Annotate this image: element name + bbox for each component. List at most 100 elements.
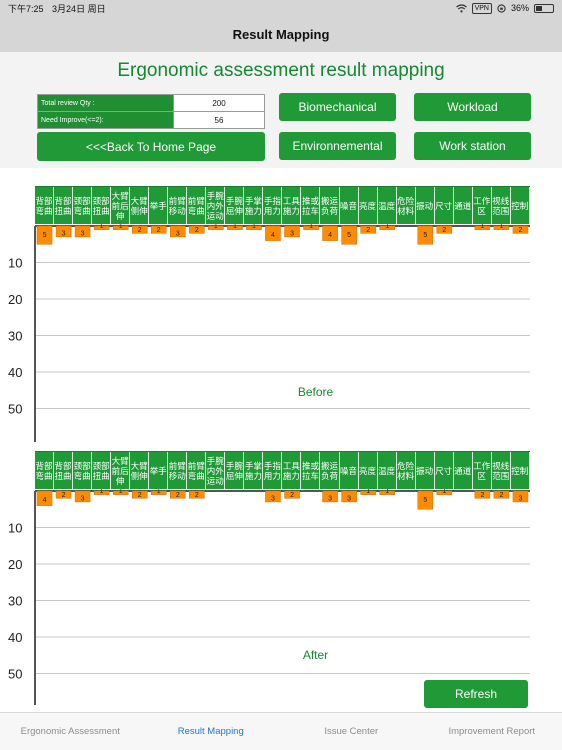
- bar-value-label: 5: [43, 232, 47, 239]
- bar-value-label: 1: [100, 489, 104, 495]
- tab-issue-center[interactable]: Issue Center: [281, 713, 422, 750]
- y-tick-label: 20: [8, 292, 22, 307]
- column-header-cell: 搬运负荷: [320, 187, 340, 224]
- column-header-cell: 视线范围: [491, 187, 511, 224]
- column-header-cell: 手腕屈伸: [225, 452, 245, 489]
- column-header-cell: 手掌施力: [244, 452, 264, 489]
- column-header-cell: 振动: [415, 452, 435, 489]
- page-title: Ergonomic assessment result mapping: [117, 60, 445, 81]
- lock-rotation-icon: [497, 3, 506, 13]
- column-header-cell: 噪音: [339, 452, 359, 489]
- bar-value-label: 2: [290, 492, 294, 499]
- bar-value-label: 1: [252, 224, 256, 230]
- total-review-label: Total review Qty :: [37, 94, 174, 112]
- bar-value-label: 2: [157, 227, 161, 234]
- column-header-cell: 温度: [377, 452, 397, 489]
- bar-value-label: 3: [347, 495, 351, 502]
- summary-row-total: Total review Qty : 200: [37, 94, 265, 112]
- bar-value-label: 1: [480, 224, 484, 230]
- column-header-cell: 前臂弯曲: [187, 187, 207, 224]
- y-tick-label: 30: [8, 329, 22, 344]
- column-header-cell: 前臂弯曲: [187, 452, 207, 489]
- header-area: Ergonomic assessment result mapping Tota…: [0, 52, 562, 168]
- column-header-cell: 颈部扭曲: [92, 452, 112, 489]
- column-header-cell: 工作区: [472, 187, 492, 224]
- status-date: 3月24日 周日: [52, 3, 106, 14]
- column-header-cell: 工作区: [472, 452, 492, 489]
- column-header-cell: 温度: [377, 187, 397, 224]
- bar-value-label: 2: [176, 492, 180, 499]
- column-header-cell: 噪音: [339, 187, 359, 224]
- bar-value-label: 1: [385, 224, 389, 230]
- column-header-cell: 危险材料: [396, 452, 416, 489]
- status-bar: 下午7:25 3月24日 周日 VPN 36%: [0, 0, 562, 16]
- bar-value-label: 1: [366, 489, 370, 495]
- bar-value-label: 3: [328, 495, 332, 502]
- column-header-cell: 背部弯曲: [35, 187, 55, 224]
- column-header-cell: 手掌施力: [244, 187, 264, 224]
- wifi-icon: [455, 3, 467, 12]
- status-time: 下午7:25: [8, 3, 44, 14]
- column-header-cell: 手指用力: [263, 187, 283, 224]
- y-tick-label: 40: [8, 630, 22, 645]
- column-header-cell: 推或拉车: [301, 187, 321, 224]
- column-header-cell: 工具施力: [282, 452, 302, 489]
- column-header-cell: 亮度: [358, 187, 378, 224]
- column-header-cell: 手指用力: [263, 452, 283, 489]
- total-review-value: 200: [173, 94, 265, 112]
- bar-value-label: 1: [309, 224, 313, 230]
- column-header-cell: 举手: [149, 187, 169, 224]
- y-tick-label: 40: [8, 365, 22, 380]
- biomechanical-button[interactable]: Biomechanical: [279, 93, 396, 121]
- bar-value-label: 3: [290, 230, 294, 237]
- column-header-cell: 大臂前后伸: [111, 187, 131, 224]
- bar-value-label: 2: [442, 227, 446, 234]
- y-tick-label: 10: [8, 521, 22, 536]
- need-improve-label: Need Improve(<=2):: [37, 111, 174, 129]
- bar-value-label: 4: [43, 497, 47, 504]
- bar-value-label: 2: [366, 227, 370, 234]
- column-header-cell: 大臂侧伸: [130, 187, 150, 224]
- bar-value-label: 3: [271, 495, 275, 502]
- nav-bar: Result Mapping: [0, 16, 562, 52]
- column-header-cell: 视线范围: [491, 452, 511, 489]
- environmental-button[interactable]: Environnemental: [279, 132, 396, 160]
- y-tick-label: 20: [8, 557, 22, 572]
- column-header-cell: 工具施力: [282, 187, 302, 224]
- bar-value-label: 1: [157, 489, 161, 495]
- column-header-cell: 尺寸: [434, 187, 454, 224]
- bar-value-label: 2: [138, 227, 142, 234]
- bar-value-label: 4: [328, 232, 332, 239]
- bar-value-label: 1: [214, 224, 218, 230]
- bar-value-label: 3: [519, 495, 523, 502]
- summary-row-improve: Need Improve(<=2): 56: [37, 111, 265, 129]
- column-header-cell: 控制: [510, 452, 530, 489]
- column-header-cell: 前臂移动: [168, 452, 188, 489]
- column-header-cell: 通道: [453, 452, 473, 489]
- bar-value-label: 3: [62, 230, 66, 237]
- bar-value-label: 2: [195, 227, 199, 234]
- workstation-button[interactable]: Work station: [414, 132, 531, 160]
- bar-value-label: 1: [119, 224, 123, 230]
- bar-value-label: 5: [423, 232, 427, 239]
- column-header-cell: 手腕内外运动: [206, 452, 226, 489]
- battery-percent: 36%: [510, 3, 529, 13]
- bar-value-label: 1: [233, 224, 237, 230]
- bar-value-label: 5: [423, 497, 427, 504]
- need-improve-value: 56: [173, 111, 265, 129]
- column-header-cell: 通道: [453, 187, 473, 224]
- tab-ergonomic-assessment[interactable]: Ergonomic Assessment: [0, 713, 141, 750]
- y-tick-label: 50: [8, 402, 22, 417]
- workload-button[interactable]: Workload: [414, 93, 531, 121]
- chart-title: After: [303, 648, 328, 662]
- nav-title: Result Mapping: [232, 26, 330, 42]
- tab-result-mapping[interactable]: Result Mapping: [141, 713, 282, 750]
- tab-improvement-report[interactable]: Improvement Report: [422, 713, 562, 750]
- tab-bar: Ergonomic Assessment Result Mapping Issue …: [0, 712, 562, 750]
- back-home-button[interactable]: <<<Back To Home Page: [37, 132, 265, 161]
- bar-value-label: 1: [499, 224, 503, 230]
- column-header-cell: 颈部扭曲: [92, 187, 112, 224]
- y-tick-label: 50: [8, 667, 22, 682]
- column-header-cell: 大臂前后伸: [111, 452, 131, 489]
- refresh-button[interactable]: Refresh: [424, 680, 528, 708]
